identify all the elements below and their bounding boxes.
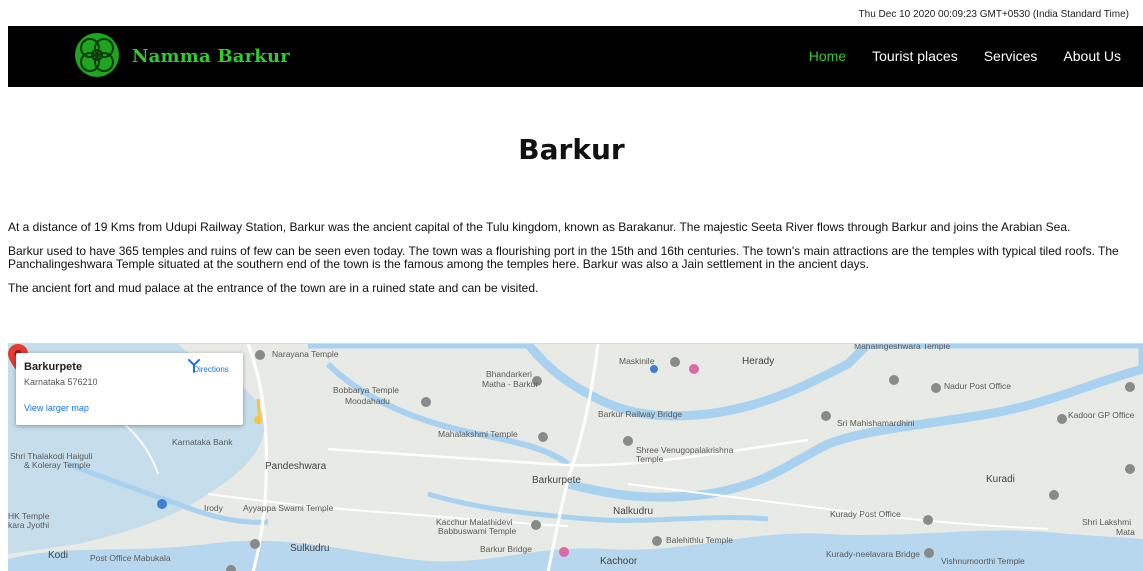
paragraph-temples: Barkur used to have 365 temples and ruin… <box>8 244 1119 271</box>
map-label-bobbarya: Bobbarya Temple <box>333 385 399 395</box>
map-label-kurady-neelavara: Kurady-neelavara Bridge <box>826 549 921 559</box>
view-larger-map-link[interactable]: View larger map <box>24 403 89 413</box>
paragraph-intro: At a distance of 19 Kms from Udupi Railw… <box>8 220 1071 234</box>
article-content: At a distance of 19 Kms from Udupi Railw… <box>8 221 1141 306</box>
map-label-kurady-post: Kurady Post Office <box>830 509 901 519</box>
nav-services[interactable]: Services <box>984 48 1038 64</box>
map-label-sulkudru: Sulkudru <box>290 543 330 554</box>
map-label-mata: Mata <box>1116 527 1135 537</box>
navbar: Namma Barkur Home Tourist places Service… <box>8 26 1143 87</box>
map-label-kara-jyothi: kara Jyothi <box>8 520 50 530</box>
current-datetime: Thu Dec 10 2020 00:09:23 GMT+0530 (India… <box>858 9 1129 20</box>
map-label-kadoor: Kadoor GP Office <box>1068 410 1135 420</box>
brand-name[interactable]: Namma Barkur <box>132 46 290 67</box>
map-label-bhandarkeri: Bhandarkeri <box>486 369 532 379</box>
map-label-nalkudru: Nalkudru <box>613 506 654 517</box>
tree-logo-icon[interactable] <box>70 30 124 80</box>
map-label-mahalakshmi: Mahalakshmi Temple <box>438 429 518 439</box>
map-label-balehithlu: Balehithlu Temple <box>666 535 733 545</box>
map-label-barkur-bridge: Barkur Bridge <box>480 544 532 554</box>
map-label-shri-lakshmi: Shri Lakshmi <box>1082 517 1132 527</box>
map-label-pandeshwara: Pandeshwara <box>265 461 327 472</box>
map-label-irody: Irody <box>204 503 223 513</box>
map-label-nadur: Nadur Post Office <box>944 381 1011 391</box>
embedded-map[interactable]: Narayana Temple Bobbarya Temple Moodahad… <box>8 343 1143 571</box>
map-label-vishnumoorthi: Vishnumoorthi Temple <box>941 556 1025 566</box>
map-label-karnataka-bank: Karnataka Bank <box>172 437 233 447</box>
map-label-koleray: & Koleray Temple <box>24 460 91 470</box>
nav-tourist-places[interactable]: Tourist places <box>872 48 958 64</box>
map-info-card: Barkurpete Karnataka 576210 View larger … <box>16 353 243 425</box>
map-label-narayana: Narayana Temple <box>272 349 339 359</box>
map-label-post-mabukala: Post Office Mabukala <box>90 553 171 563</box>
map-label-sri-mahisha: Sri Mahishamardhini <box>837 418 915 428</box>
map-label-herady: Herady <box>742 356 775 367</box>
map-label-matha: Matha - Barkur <box>482 379 539 389</box>
map-label-babbuswami: Babbuswami Temple <box>438 526 517 536</box>
directions-icon <box>188 359 200 373</box>
map-label-railway: Barkur Railway Bridge <box>598 409 683 419</box>
nav-links: Home Tourist places Services About Us <box>809 48 1121 64</box>
map-label-moodahadu: Moodahadu <box>345 396 390 406</box>
nav-home[interactable]: Home <box>809 48 846 64</box>
map-label-temple: Temple <box>636 454 664 464</box>
directions-button[interactable]: Directions <box>187 359 235 377</box>
place-address: Karnataka 576210 <box>24 377 98 387</box>
map-label-kurkadi: Kuradi <box>986 474 1015 485</box>
map-label-barkurpete: Barkurpete <box>532 475 581 486</box>
map-label-mahalingeshwara: Mahalingeshwara Temple <box>854 343 951 351</box>
nav-about-us[interactable]: About Us <box>1063 48 1121 64</box>
map-label-kachoor: Kachoor <box>600 556 638 567</box>
map-label-ayyappa: Ayyappa Swami Temple <box>243 503 334 513</box>
map-label-maskinile: Maskinile <box>619 356 655 366</box>
page-title: Barkur <box>518 133 625 166</box>
place-title: Barkurpete <box>24 361 83 373</box>
map-label-kodi: Kodi <box>48 550 69 561</box>
paragraph-fort: The ancient fort and mud palace at the e… <box>8 281 539 295</box>
